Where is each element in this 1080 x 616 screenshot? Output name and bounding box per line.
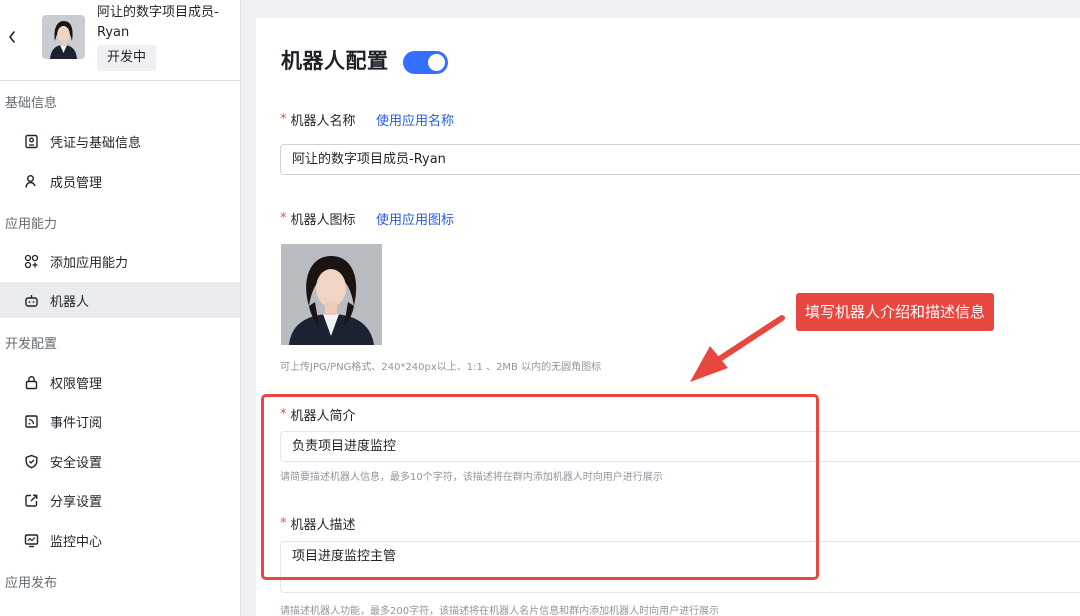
robot-intro-hint: 请简要描述机器人信息，最多10个字符，该描述将在群内添加机器人时向用户进行展示 xyxy=(280,472,663,483)
required-asterisk: * xyxy=(280,211,287,226)
robot-desc-textarea[interactable]: 项目进度监控主管 xyxy=(280,541,1080,593)
sidebar-item-label: 成员管理 xyxy=(50,175,103,191)
sidebar-item-label: 分享设置 xyxy=(50,494,103,510)
sidebar-item-label: 凭证与基础信息 xyxy=(50,135,142,151)
robot-intro-label-text: 机器人简介 xyxy=(290,409,356,424)
sidebar-item-label: 机器人 xyxy=(50,294,90,310)
sidebar-item-security[interactable]: 安全设置 xyxy=(0,443,240,479)
nav-group-basic-info: 基础信息 xyxy=(5,96,58,111)
app-avatar xyxy=(42,15,85,59)
app-header: 阿让的数字项目成员-Ryan 开发中 xyxy=(0,0,240,81)
lock-icon xyxy=(23,374,39,390)
required-asterisk: * xyxy=(280,112,287,127)
robot-intro-label: * 机器人简介 xyxy=(280,405,356,424)
sidebar-item-permissions[interactable]: 权限管理 xyxy=(0,364,240,400)
sidebar-item-label: 权限管理 xyxy=(50,376,103,392)
member-icon xyxy=(23,173,39,189)
sidebar-item-credentials[interactable]: 凭证与基础信息 xyxy=(0,123,240,159)
robot-icon-label-text: 机器人图标 xyxy=(290,213,356,228)
credential-icon xyxy=(23,133,39,149)
sidebar-item-label: 添加应用能力 xyxy=(50,255,129,271)
required-asterisk: * xyxy=(280,516,287,531)
annotation-callout: 填写机器人介绍和描述信息 xyxy=(796,293,995,331)
toggle-knob xyxy=(428,54,445,71)
robot-icon-upload[interactable] xyxy=(281,244,382,345)
event-icon xyxy=(23,413,39,429)
sidebar-item-label: 事件订阅 xyxy=(50,415,103,431)
robot-icon-hint: 可上传JPG/PNG格式、240*240px以上、1:1 、2MB 以内的无圆角… xyxy=(280,362,602,373)
sidebar-item-add-capability[interactable]: 添加应用能力 xyxy=(0,243,240,279)
sidebar-item-members[interactable]: 成员管理 xyxy=(0,163,240,199)
robot-name-label: * 机器人名称 xyxy=(280,110,356,129)
back-button[interactable] xyxy=(2,26,22,48)
nav-group-publish: 应用发布 xyxy=(5,576,58,591)
share-icon xyxy=(23,492,39,508)
sidebar: 阿让的数字项目成员-Ryan 开发中 基础信息 凭证与基础信息 成员管理 应用能… xyxy=(0,0,241,616)
nav-group-dev-config: 开发配置 xyxy=(5,337,58,352)
sidebar-item-share[interactable]: 分享设置 xyxy=(0,482,240,518)
sidebar-item-robot[interactable]: 机器人 xyxy=(0,282,240,318)
sidebar-item-monitor[interactable]: 监控中心 xyxy=(0,522,240,558)
page-title: 机器人配置 xyxy=(281,49,389,73)
robot-intro-input[interactable]: 负责项目进度监控 xyxy=(280,431,1080,462)
use-app-icon-link[interactable]: 使用应用图标 xyxy=(376,209,454,228)
monitor-icon xyxy=(23,532,39,548)
robot-name-input[interactable]: 阿让的数字项目成员-Ryan xyxy=(280,144,1080,175)
robot-desc-label: * 机器人描述 xyxy=(280,514,356,533)
shield-icon xyxy=(23,453,39,469)
robot-icon-label: * 机器人图标 xyxy=(280,209,356,228)
sidebar-item-label: 监控中心 xyxy=(50,534,103,550)
required-asterisk: * xyxy=(280,407,287,422)
add-capability-icon xyxy=(23,253,39,269)
use-app-name-link[interactable]: 使用应用名称 xyxy=(376,110,454,129)
chevron-left-icon xyxy=(9,31,15,43)
nav-group-capabilities: 应用能力 xyxy=(5,217,58,232)
sidebar-item-events[interactable]: 事件订阅 xyxy=(0,403,240,439)
status-badge: 开发中 xyxy=(97,45,157,71)
robot-avatar-image xyxy=(281,244,382,345)
app-title: 阿让的数字项目成员-Ryan xyxy=(97,5,219,40)
robot-desc-label-text: 机器人描述 xyxy=(290,518,356,533)
robot-icon xyxy=(23,292,39,308)
annotation-arrow-icon xyxy=(690,315,785,382)
robot-desc-hint: 请描述机器人功能，最多200字符，该描述将在机器人名片信息和群内添加机器人时向用… xyxy=(280,606,720,616)
robot-enable-toggle[interactable] xyxy=(403,51,448,74)
robot-name-label-text: 机器人名称 xyxy=(290,114,356,129)
sidebar-item-label: 安全设置 xyxy=(50,455,103,471)
